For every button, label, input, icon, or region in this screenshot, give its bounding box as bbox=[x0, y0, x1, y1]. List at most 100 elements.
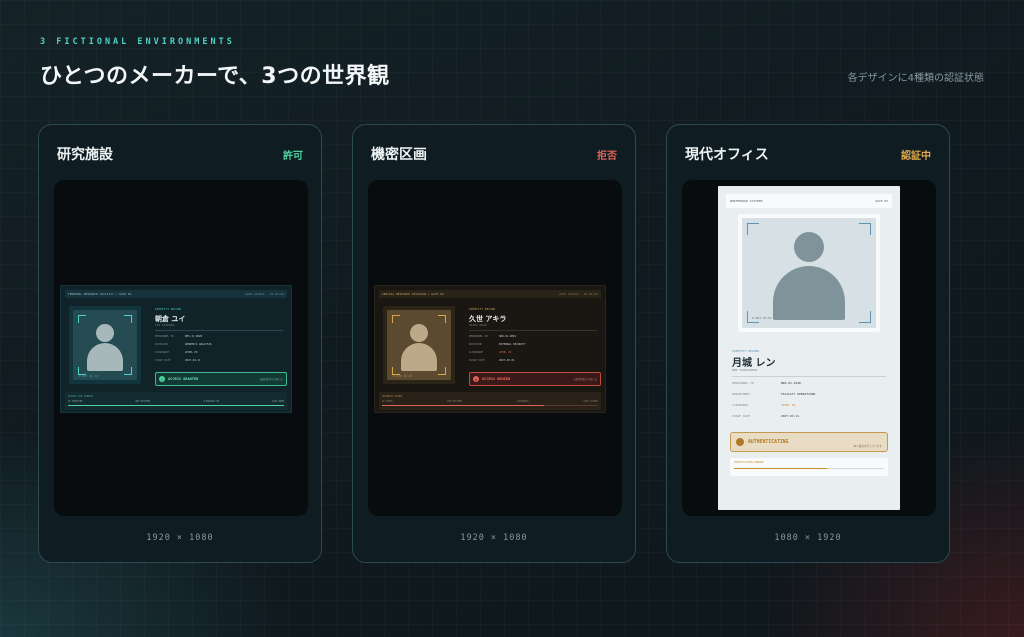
log-panel: ACCESS LOG STREAM ID VERIFIED BIO MATCHE… bbox=[65, 392, 287, 410]
section-kicker: 3 FICTIONAL ENVIRONMENTS bbox=[40, 37, 235, 47]
log-progress-bar bbox=[68, 405, 284, 406]
person-roman-name: YUI ASAKURA bbox=[155, 324, 175, 327]
field-row: DIVISION GENOMICS ANALYSIS bbox=[155, 343, 289, 346]
person-roman-name: REN TSUKISHIRO bbox=[732, 368, 758, 372]
check-icon: ✓ bbox=[159, 376, 165, 382]
field-value: LEVEL 02 bbox=[781, 403, 796, 407]
log-tick: GATE OPEN bbox=[272, 400, 284, 403]
divider bbox=[732, 376, 886, 377]
field-value: 2027-03-11 bbox=[781, 414, 800, 418]
access-status-banner: ✓ ACCESS GRANTED 入館が許可されました bbox=[155, 372, 287, 386]
screen-topbar: TERMINAL RESEARCH FACILITY / GATE 04 GAT… bbox=[65, 290, 287, 298]
screen-preview[interactable]: SPECIAL RESEARCH DIVISION / GATE 00 GATE… bbox=[368, 180, 622, 516]
log-tick: ID CHECK bbox=[382, 400, 393, 403]
field-value: LEVEL 03 bbox=[185, 351, 198, 354]
frame-corner bbox=[859, 311, 871, 323]
screen-topbar: SPECIAL RESEARCH DIVISION / GATE 00 GATE… bbox=[379, 290, 601, 298]
screen-topbar-right: GATE 03 bbox=[875, 199, 888, 203]
field-key: ISSUE DATE bbox=[155, 359, 171, 362]
frame-corner bbox=[747, 223, 759, 235]
card-header: 機密区画 拒否 bbox=[371, 143, 617, 165]
photo-area: P-000 ID-00 bbox=[387, 310, 451, 380]
field-key: PERSONNEL ID bbox=[155, 335, 174, 338]
avatar-body bbox=[401, 343, 437, 371]
verification-progress-fill bbox=[734, 468, 827, 469]
frame-corner bbox=[438, 315, 446, 323]
log-header: SECURITY ALERT bbox=[382, 395, 403, 398]
field-key: CLEARANCE bbox=[732, 403, 749, 407]
resolution-label: 1920 × 1080 bbox=[460, 533, 528, 543]
divider bbox=[155, 330, 283, 331]
field-row: ISSUE DATE 2027-04-11 bbox=[155, 359, 289, 362]
resolution-label: 1920 × 1080 bbox=[146, 533, 214, 543]
gate-screen: TERMINAL RESEARCH FACILITY / GATE 04 GAT… bbox=[60, 285, 292, 413]
field-row: DIVISION EXTERNAL SECURITY bbox=[469, 343, 603, 346]
page-title: ひとつのメーカーで、3つの世界観 bbox=[40, 64, 390, 89]
card-status: 許可 bbox=[283, 150, 303, 162]
field-row: ISSUE DATE 2027-03-11 bbox=[732, 414, 886, 418]
log-tick: GATE LOCKED bbox=[583, 400, 598, 403]
frame-corner bbox=[124, 315, 132, 323]
frame-corner bbox=[78, 315, 86, 323]
spinner-icon bbox=[736, 438, 744, 446]
field-row: PERSONNEL ID SRD-01-0001 bbox=[469, 335, 603, 338]
field-value: FACILITY OPERATIONS bbox=[781, 392, 816, 396]
avatar-head bbox=[794, 232, 824, 262]
status-aux: 本人確認を行っています bbox=[853, 445, 882, 448]
log-ticks: ID CHECK BIO MATCHED CLEARANCE GATE LOCK… bbox=[382, 400, 598, 403]
photo-id: P-003 ID-03 bbox=[752, 316, 772, 320]
environment-card-research[interactable]: 研究施設 許可 TERMINAL RESEARCH FACILITY / GAT… bbox=[38, 124, 322, 563]
card-title: 研究施設 bbox=[57, 147, 113, 163]
id-caption: IDENTITY RECORD bbox=[732, 349, 760, 353]
status-text: AUTHENTICATING bbox=[748, 439, 789, 445]
card-status: 認証中 bbox=[901, 150, 931, 162]
screen-topbar: NORTHRIDGE SYSTEMS GATE 03 bbox=[726, 194, 892, 208]
screen-topbar-left: TERMINAL RESEARCH FACILITY / GATE 04 bbox=[68, 292, 132, 296]
verification-header: VERIFICATION ENGINE bbox=[734, 461, 764, 464]
photo-frame: P-001 ID-01 bbox=[69, 306, 141, 384]
field-key: DIVISION bbox=[155, 343, 168, 346]
field-row: CLEARANCE LEVEL 02 bbox=[469, 351, 603, 354]
person-name: 久世 アキラ bbox=[469, 315, 507, 323]
id-caption: IDENTITY RECORD bbox=[155, 308, 182, 311]
log-panel: SECURITY ALERT ID CHECK BIO MATCHED CLEA… bbox=[379, 392, 601, 410]
status-aux: 入館が許可されました bbox=[259, 378, 283, 381]
avatar-body bbox=[87, 343, 123, 371]
log-progress-bar bbox=[382, 405, 598, 406]
screen-preview[interactable]: NORTHRIDGE SYSTEMS GATE 03 P-003 ID-03 I… bbox=[682, 180, 936, 516]
gate-screen: SPECIAL RESEARCH DIVISION / GATE 00 GATE… bbox=[374, 285, 606, 413]
card-title: 機密区画 bbox=[371, 147, 427, 163]
field-value: SRD-01-0001 bbox=[499, 335, 517, 338]
field-row: DEPARTMENT FACILITY OPERATIONS bbox=[732, 392, 886, 396]
log-tick: BIO MATCHED bbox=[447, 400, 462, 403]
verification-panel: VERIFICATION ENGINE bbox=[730, 458, 888, 476]
field-key: DIVISION bbox=[469, 343, 482, 346]
avatar-head bbox=[96, 324, 114, 342]
card-title: 現代オフィス bbox=[685, 147, 769, 163]
divider bbox=[469, 330, 597, 331]
photo-area: P-003 ID-03 bbox=[742, 218, 876, 328]
frame-corner bbox=[438, 367, 446, 375]
resolution-label: 1080 × 1920 bbox=[774, 533, 842, 543]
photo-id: P-001 ID-01 bbox=[79, 375, 99, 378]
log-tick: CLEARANCE bbox=[516, 400, 529, 403]
id-caption: IDENTITY RECORD bbox=[469, 308, 496, 311]
environment-card-office[interactable]: 現代オフィス 認証中 NORTHRIDGE SYSTEMS GATE 03 P-… bbox=[666, 124, 950, 563]
access-status-banner: ✕ ACCESS DENIED 入館が拒否されました bbox=[469, 372, 601, 386]
field-row: ISSUE DATE 2027-03-01 bbox=[469, 359, 603, 362]
screen-preview[interactable]: TERMINAL RESEARCH FACILITY / GATE 04 GAT… bbox=[54, 180, 308, 516]
field-row: PERSONNEL ID RES-17-0020 bbox=[155, 335, 289, 338]
frame-corner bbox=[392, 367, 400, 375]
photo-frame: P-000 ID-00 bbox=[383, 306, 455, 384]
log-ticks: ID VERIFIED BIO MATCHED CLEARANCE OK GAT… bbox=[68, 400, 284, 403]
person-name: 朝倉 ユイ bbox=[155, 315, 186, 323]
field-value: NRS-01-1040 bbox=[781, 381, 801, 385]
verification-progress-bar bbox=[734, 468, 884, 469]
person-name: 月城 レン bbox=[732, 358, 776, 369]
log-header: ACCESS LOG STREAM bbox=[68, 395, 93, 398]
field-value: RES-17-0020 bbox=[185, 335, 203, 338]
field-value: GENOMICS ANALYSIS bbox=[185, 343, 212, 346]
log-tick: CLEARANCE OK bbox=[203, 400, 220, 403]
frame-corner bbox=[78, 367, 86, 375]
environment-card-restricted[interactable]: 機密区画 拒否 SPECIAL RESEARCH DIVISION / GATE… bbox=[352, 124, 636, 563]
